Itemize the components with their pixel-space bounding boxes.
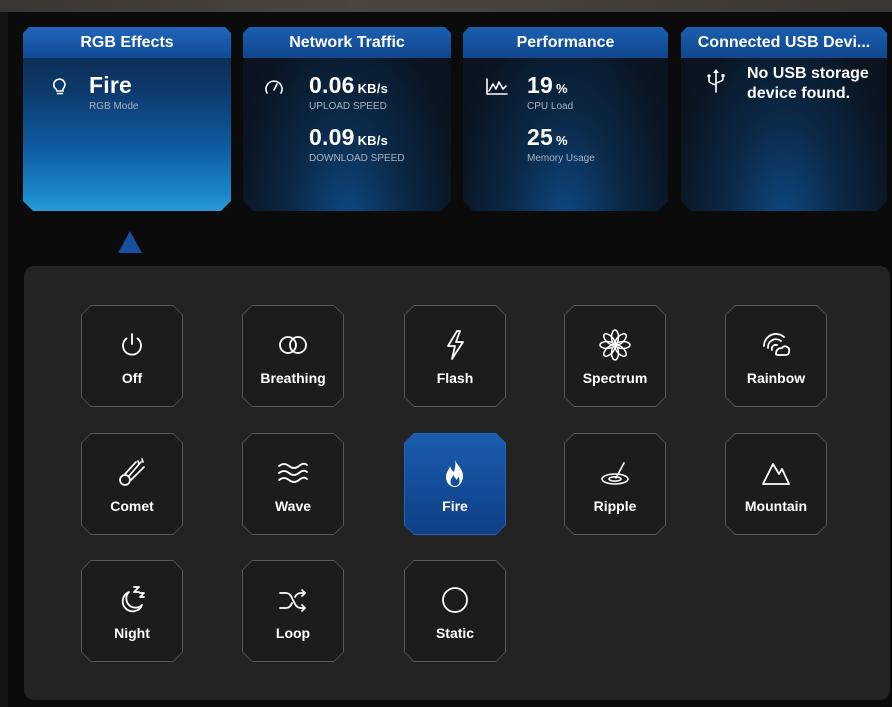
effect-tile-face: Static [405,561,505,661]
effect-label-flash: Flash [436,370,474,386]
effect-label-off: Off [121,370,143,386]
effect-tile-breathing[interactable]: Breathing [242,305,344,407]
usb-status-message: No USB storage device found. [747,65,869,102]
effect-tile-night[interactable]: Night [81,560,183,662]
rgb-mode-label: RGB Mode [89,101,139,112]
effect-tile-comet[interactable]: Comet [81,433,183,535]
memory-usage-value: 25 [527,124,553,150]
rgb-effects-card-title: RGB Effects [23,27,231,58]
effect-label-comet: Comet [110,498,154,514]
lightning-icon [438,328,472,362]
activity-chart-icon [485,76,507,98]
rgb-effects-card[interactable]: RGB Effects Fire RGB Mode [23,27,231,211]
effect-tile-face: Off [82,306,182,406]
effect-tile-face: Spectrum [565,306,665,406]
usb-devices-card[interactable]: Connected USB Devi... No USB storage dev… [681,27,887,211]
effect-tile-fire[interactable]: Fire [404,433,506,535]
effect-tile-face: Ripple [565,434,665,534]
moon-icon [115,583,149,617]
effect-tile-static[interactable]: Static [404,560,506,662]
network-traffic-card-title: Network Traffic [243,27,451,58]
effect-label-spectrum: Spectrum [582,370,648,386]
download-speed-unit: KB/s [357,133,388,148]
effect-label-loop: Loop [275,625,311,641]
lightbulb-icon [49,76,71,98]
comet-icon [115,456,149,490]
effect-tile-ripple[interactable]: Ripple [564,433,666,535]
effect-tile-spectrum[interactable]: Spectrum [564,305,666,407]
effect-tile-off[interactable]: Off [81,305,183,407]
selected-card-pointer [118,231,142,253]
network-traffic-card[interactable]: Network Traffic 0.06 KB/s UPLOAD SPEED 0.… [243,27,451,211]
cpu-load-value: 19 [527,72,553,98]
circle-icon [438,583,472,617]
usb-icon [705,68,727,90]
download-speed-label: DOWNLOAD SPEED [309,153,405,164]
effect-label-rainbow: Rainbow [746,370,806,386]
cpu-load-unit: % [555,81,568,96]
effect-label-breathing: Breathing [260,370,326,386]
effect-label-night: Night [114,625,150,641]
effect-tile-face: Comet [82,434,182,534]
effect-tile-loop[interactable]: Loop [242,560,344,662]
upload-speed-value: 0.06 [309,72,355,98]
window-top-strip [0,0,892,12]
wave-icon [276,456,310,490]
effect-tile-face: Night [82,561,182,661]
flame-icon [438,456,472,490]
effect-tile-face: Loop [243,561,343,661]
effect-tile-face: Mountain [726,434,826,534]
effect-tile-face: Flash [405,306,505,406]
power-icon [115,328,149,362]
speedometer-icon [263,76,285,98]
spectrum-icon [598,328,632,362]
effect-label-ripple: Ripple [593,498,637,514]
cpu-load-label: CPU Load [527,101,574,112]
effect-label-static: Static [435,625,475,641]
effect-tile-face: Rainbow [726,306,826,406]
performance-card-title: Performance [463,27,668,58]
ripple-icon [598,456,632,490]
effect-tile-rainbow[interactable]: Rainbow [725,305,827,407]
usb-devices-card-title: Connected USB Devi... [681,27,887,58]
upload-speed-unit: KB/s [357,81,388,96]
effect-tile-face: Fire [405,434,505,534]
effect-label-wave: Wave [274,498,312,514]
rainbow-icon [759,328,793,362]
download-speed-value: 0.09 [309,124,355,150]
effect-tile-flash[interactable]: Flash [404,305,506,407]
shuffle-icon [276,583,310,617]
upload-speed-label: UPLOAD SPEED [309,101,387,112]
memory-usage-label: Memory Usage [527,153,595,164]
memory-usage-unit: % [555,133,568,148]
effect-tile-wave[interactable]: Wave [242,433,344,535]
effect-label-fire: Fire [442,498,468,514]
effect-tile-face: Wave [243,434,343,534]
effect-tile-face: Breathing [243,306,343,406]
performance-card[interactable]: Performance 19% CPU Load 25% Memory Usag… [463,27,668,211]
mountain-icon [759,456,793,490]
effect-tile-mountain[interactable]: Mountain [725,433,827,535]
breathing-icon [276,328,310,362]
effect-label-mountain: Mountain [744,498,808,514]
rgb-mode-value: Fire [89,72,132,98]
